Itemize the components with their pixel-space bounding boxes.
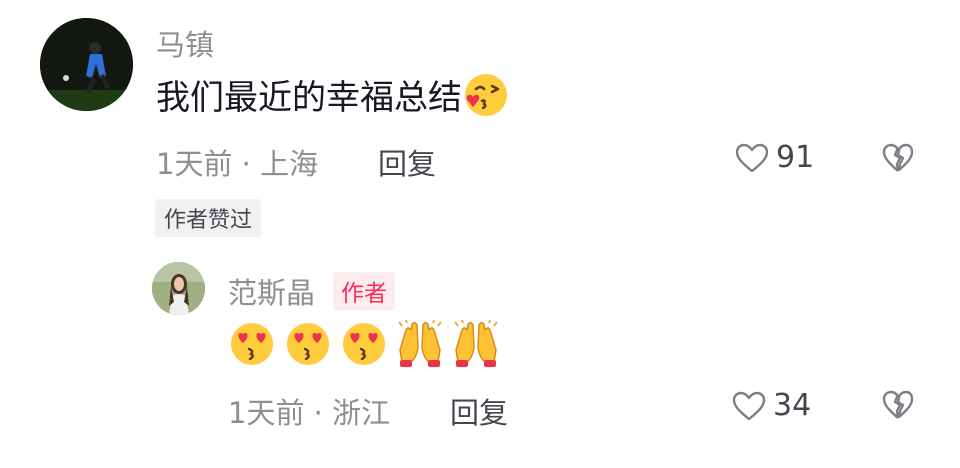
broken-heart-icon bbox=[881, 389, 915, 421]
kissing-face-with-closed-eyes-icon bbox=[462, 71, 510, 119]
reply-like-button[interactable]: 34 bbox=[731, 388, 811, 423]
dislike-button[interactable] bbox=[881, 142, 915, 174]
comment-thread: 马镇 我们最近的幸福总结 1天前 · 上海 回复 91 作者赞过 范斯晶 作者 … bbox=[0, 0, 960, 468]
reply-button[interactable]: 回复 bbox=[378, 141, 436, 183]
reply-header: 范斯晶 作者 bbox=[228, 270, 396, 312]
reply-reply-button[interactable]: 回复 bbox=[450, 390, 508, 432]
comment-time-location: 1天前 · 上海 bbox=[156, 147, 319, 181]
reply-username[interactable]: 范斯晶 bbox=[228, 270, 315, 312]
reply-emoji-text bbox=[228, 320, 500, 368]
smiling-face-with-heart-eyes-icon bbox=[228, 320, 276, 368]
like-count: 91 bbox=[776, 140, 815, 175]
raising-hands-icon bbox=[396, 320, 444, 368]
liked-by-author-badge: 作者赞过 bbox=[155, 199, 262, 237]
comment-text: 我们最近的幸福总结 bbox=[156, 78, 462, 118]
smiling-face-with-heart-eyes-icon bbox=[284, 320, 332, 368]
author-badge: 作者 bbox=[333, 272, 396, 310]
smiling-face-with-heart-eyes-icon bbox=[340, 320, 388, 368]
reply-dislike-button[interactable] bbox=[881, 389, 915, 421]
like-button[interactable]: 91 bbox=[734, 140, 814, 175]
heart-outline-icon bbox=[734, 142, 770, 174]
avatar[interactable] bbox=[40, 18, 133, 111]
raising-hands-icon bbox=[452, 320, 500, 368]
heart-outline-icon bbox=[731, 390, 767, 422]
comment-body: 我们最近的幸福总结 bbox=[156, 70, 510, 119]
reply-time-location: 1天前 · 浙江 bbox=[228, 396, 391, 430]
broken-heart-icon bbox=[881, 142, 915, 174]
comment-username[interactable]: 马镇 bbox=[156, 22, 214, 64]
reply-avatar[interactable] bbox=[152, 262, 205, 315]
reply-like-count: 34 bbox=[773, 388, 812, 423]
